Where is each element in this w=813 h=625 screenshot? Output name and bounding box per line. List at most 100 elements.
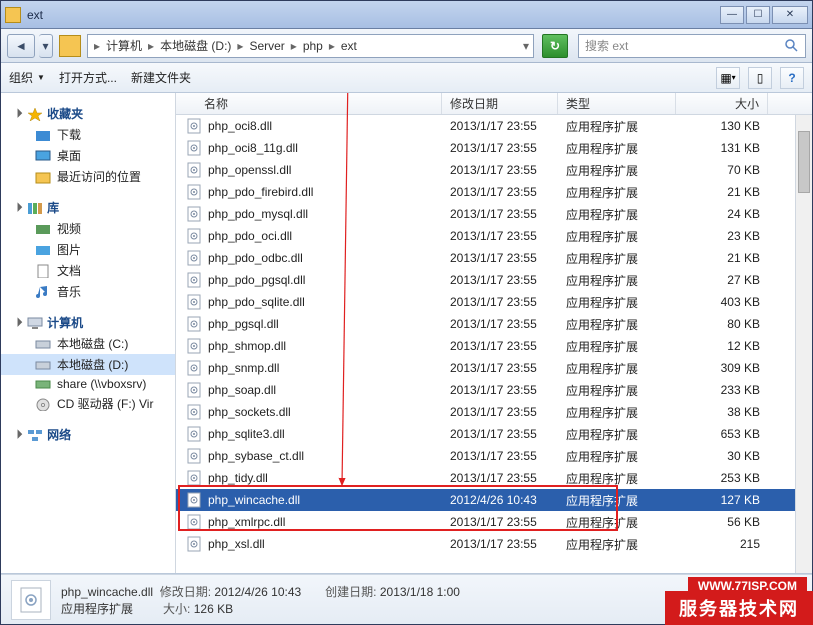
dll-icon (186, 360, 202, 376)
scrollbar[interactable] (795, 115, 812, 573)
minimize-button[interactable]: — (720, 6, 744, 24)
view-options-button[interactable]: ▦ ▾ (716, 67, 740, 89)
new-folder-button[interactable]: 新建文件夹 (131, 69, 191, 86)
sidebar-item-disk-c[interactable]: 本地磁盘 (C:) (1, 333, 175, 354)
file-row[interactable]: php_pgsql.dll 2013/1/17 23:55应用程序扩展80 KB (176, 313, 812, 335)
file-type: 应用程序扩展 (558, 492, 676, 509)
file-name: php_openssl.dll (208, 163, 291, 177)
file-row[interactable]: php_sockets.dll2013/1/17 23:55应用程序扩展38 K… (176, 401, 812, 423)
libraries-group[interactable]: 库 (1, 197, 175, 218)
title-bar[interactable]: ext — ☐ ✕ (1, 1, 812, 29)
file-size: 309 KB (676, 361, 768, 375)
column-headers: 名称 修改日期 类型 大小 (176, 93, 812, 115)
dll-icon (186, 294, 202, 310)
col-type[interactable]: 类型 (558, 93, 676, 114)
sidebar-item-recent[interactable]: 最近访问的位置 (1, 166, 175, 187)
crumb-php[interactable]: php (299, 35, 327, 57)
library-icon (27, 201, 43, 215)
file-type: 应用程序扩展 (558, 228, 676, 245)
search-icon (785, 39, 799, 53)
col-size[interactable]: 大小 (676, 93, 768, 114)
file-name: php_pgsql.dll (208, 317, 279, 331)
file-size: 80 KB (676, 317, 768, 331)
address-bar[interactable]: ▸ 计算机▸ 本地磁盘 (D:)▸ Server▸ php▸ ext ▾ (87, 34, 534, 58)
file-name: php_pdo_firebird.dll (208, 185, 313, 199)
file-row[interactable]: php_pdo_pgsql.dll2013/1/17 23:55应用程序扩展27… (176, 269, 812, 291)
file-row[interactable]: php_xsl.dll2013/1/17 23:55应用程序扩展215 (176, 533, 812, 555)
file-row[interactable]: php_xmlrpc.dll2013/1/17 23:55应用程序扩展56 KB (176, 511, 812, 533)
crumb-computer[interactable]: 计算机 (102, 35, 146, 57)
picture-icon (35, 243, 51, 257)
file-row[interactable]: php_shmop.dll2013/1/17 23:55应用程序扩展12 KB (176, 335, 812, 357)
file-name: php_pdo_oci.dll (208, 229, 292, 243)
col-name[interactable]: 名称 (176, 93, 442, 114)
search-input[interactable]: 搜索 ext (578, 34, 806, 58)
sidebar-item-pictures[interactable]: 图片 (1, 239, 175, 260)
maximize-button[interactable]: ☐ (746, 6, 770, 24)
favorites-group[interactable]: 收藏夹 (1, 103, 175, 124)
file-name: php_sockets.dll (208, 405, 291, 419)
file-row[interactable]: php_sqlite3.dll2013/1/17 23:55应用程序扩展653 … (176, 423, 812, 445)
file-row[interactable]: php_tidy.dll2013/1/17 23:55应用程序扩展253 KB (176, 467, 812, 489)
sidebar-item-disk-d[interactable]: 本地磁盘 (D:) (1, 354, 175, 375)
file-row[interactable]: php_pdo_odbc.dll2013/1/17 23:55应用程序扩展21 … (176, 247, 812, 269)
file-row[interactable]: php_pdo_sqlite.dll2013/1/17 23:55应用程序扩展4… (176, 291, 812, 313)
file-row[interactable]: php_oci8.dll2013/1/17 23:55应用程序扩展130 KB (176, 115, 812, 137)
sidebar-item-downloads[interactable]: 下载 (1, 124, 175, 145)
sidebar-item-music[interactable]: 音乐 (1, 281, 175, 302)
file-name: php_oci8_11g.dll (208, 141, 298, 155)
file-name: php_sybase_ct.dll (208, 449, 304, 463)
computer-icon (27, 316, 43, 330)
dll-icon (186, 316, 202, 332)
file-type: 应用程序扩展 (558, 316, 676, 333)
file-name: php_oci8.dll (208, 119, 272, 133)
file-date: 2013/1/17 23:55 (442, 317, 558, 331)
computer-group[interactable]: 计算机 (1, 312, 175, 333)
file-row[interactable]: php_soap.dll2013/1/17 23:55应用程序扩展233 KB (176, 379, 812, 401)
file-date: 2013/1/17 23:55 (442, 515, 558, 529)
file-row[interactable]: php_snmp.dll2013/1/17 23:55应用程序扩展309 KB (176, 357, 812, 379)
folder-icon (5, 7, 21, 23)
file-size: 30 KB (676, 449, 768, 463)
search-placeholder: 搜索 ext (585, 37, 628, 54)
sidebar-item-share[interactable]: share (\\vboxsrv) (1, 375, 175, 393)
open-with-menu[interactable]: 打开方式... (59, 69, 117, 86)
file-type: 应用程序扩展 (558, 514, 676, 531)
back-button[interactable]: ◄ (7, 34, 35, 58)
file-row[interactable]: php_sybase_ct.dll2013/1/17 23:55应用程序扩展30… (176, 445, 812, 467)
file-row[interactable]: php_wincache.dll2012/4/26 10:43应用程序扩展127… (176, 489, 812, 511)
file-row[interactable]: php_openssl.dll2013/1/17 23:55应用程序扩展70 K… (176, 159, 812, 181)
file-date: 2013/1/17 23:55 (442, 163, 558, 177)
file-name: php_xsl.dll (208, 537, 265, 551)
help-button[interactable]: ? (780, 67, 804, 89)
col-date[interactable]: 修改日期 (442, 93, 558, 114)
sidebar-item-videos[interactable]: 视频 (1, 218, 175, 239)
sidebar-item-cd[interactable]: CD 驱动器 (F:) Vir (1, 393, 175, 414)
crumb-server[interactable]: Server (245, 35, 288, 57)
nav-pane[interactable]: 收藏夹 下载 桌面 最近访问的位置 库 视频 图片 文档 音乐 计算机 本地磁盘… (1, 93, 176, 573)
sidebar-item-documents[interactable]: 文档 (1, 260, 175, 281)
crumb-disk[interactable]: 本地磁盘 (D:) (156, 35, 235, 57)
file-row[interactable]: php_oci8_11g.dll2013/1/17 23:55应用程序扩展131… (176, 137, 812, 159)
file-row[interactable]: php_pdo_firebird.dll2013/1/17 23:55应用程序扩… (176, 181, 812, 203)
file-row[interactable]: php_pdo_mysql.dll2013/1/17 23:55应用程序扩展24… (176, 203, 812, 225)
file-date: 2013/1/17 23:55 (442, 119, 558, 133)
preview-pane-button[interactable]: ▯ (748, 67, 772, 89)
dll-icon (186, 448, 202, 464)
file-name: php_pdo_sqlite.dll (208, 295, 305, 309)
sidebar-item-desktop[interactable]: 桌面 (1, 145, 175, 166)
organize-menu[interactable]: 组织 ▼ (9, 69, 45, 86)
file-preview-icon (11, 580, 51, 620)
refresh-button[interactable]: ↻ (542, 34, 568, 58)
file-list[interactable]: php_oci8.dll2013/1/17 23:55应用程序扩展130 KBp… (176, 115, 812, 573)
file-size: 130 KB (676, 119, 768, 133)
close-button[interactable]: ✕ (772, 6, 808, 24)
file-type: 应用程序扩展 (558, 294, 676, 311)
network-group[interactable]: 网络 (1, 424, 175, 445)
file-row[interactable]: php_pdo_oci.dll2013/1/17 23:55应用程序扩展23 K… (176, 225, 812, 247)
forward-button[interactable]: ▾ (39, 34, 53, 58)
file-date: 2013/1/17 23:55 (442, 251, 558, 265)
dll-icon (186, 272, 202, 288)
file-type: 应用程序扩展 (558, 470, 676, 487)
crumb-ext[interactable]: ext (337, 35, 361, 57)
